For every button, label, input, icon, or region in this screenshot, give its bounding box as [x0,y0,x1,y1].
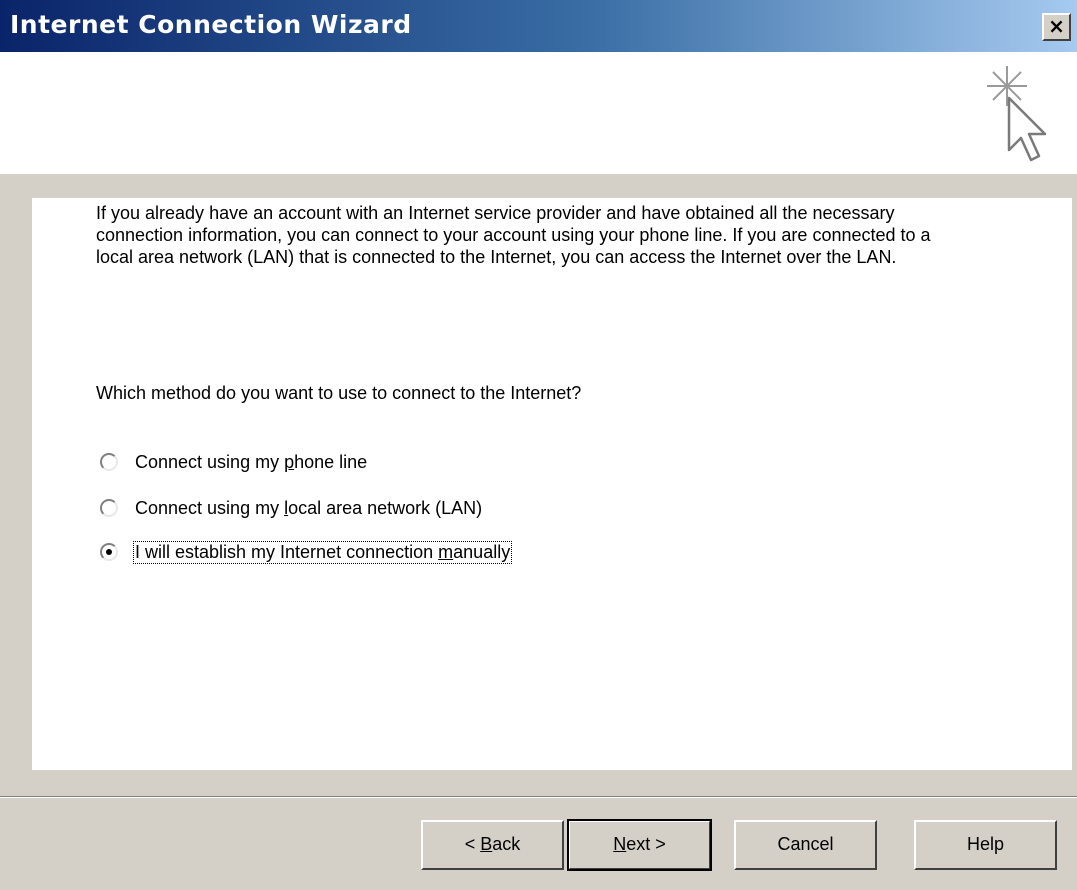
option-lan-label[interactable]: Connect using my local area network (LAN… [134,498,483,519]
option-phone-line[interactable]: Connect using my phone line [100,450,368,474]
window-title: Internet Connection Wizard [10,10,412,39]
option-manual-label[interactable]: I will establish my Internet connection … [132,540,513,564]
option-lan[interactable]: Connect using my local area network (LAN… [100,496,483,520]
method-question: Which method do you want to use to conne… [96,383,582,403]
help-button[interactable]: Help [914,820,1057,870]
radio-manual[interactable] [100,543,118,561]
header-divider [0,172,1077,174]
back-button[interactable]: < Back [421,820,564,870]
title-bar: Internet Connection Wizard × [0,0,1077,52]
button-bar-divider [0,796,1077,798]
wizard-header [0,52,1077,174]
option-phone-line-label[interactable]: Connect using my phone line [134,452,368,473]
cancel-button[interactable]: Cancel [734,820,877,870]
radio-lan[interactable] [100,499,118,517]
content-panel: If you already have an account with an I… [32,198,1072,770]
radio-phone-line[interactable] [100,453,118,471]
next-button[interactable]: Next > [567,819,712,871]
intro-text: If you already have an account with an I… [96,203,931,267]
close-button[interactable]: × [1042,13,1071,41]
option-manual[interactable]: I will establish my Internet connection … [100,540,513,564]
wizard-cursor-sparkle-icon [987,66,1047,162]
